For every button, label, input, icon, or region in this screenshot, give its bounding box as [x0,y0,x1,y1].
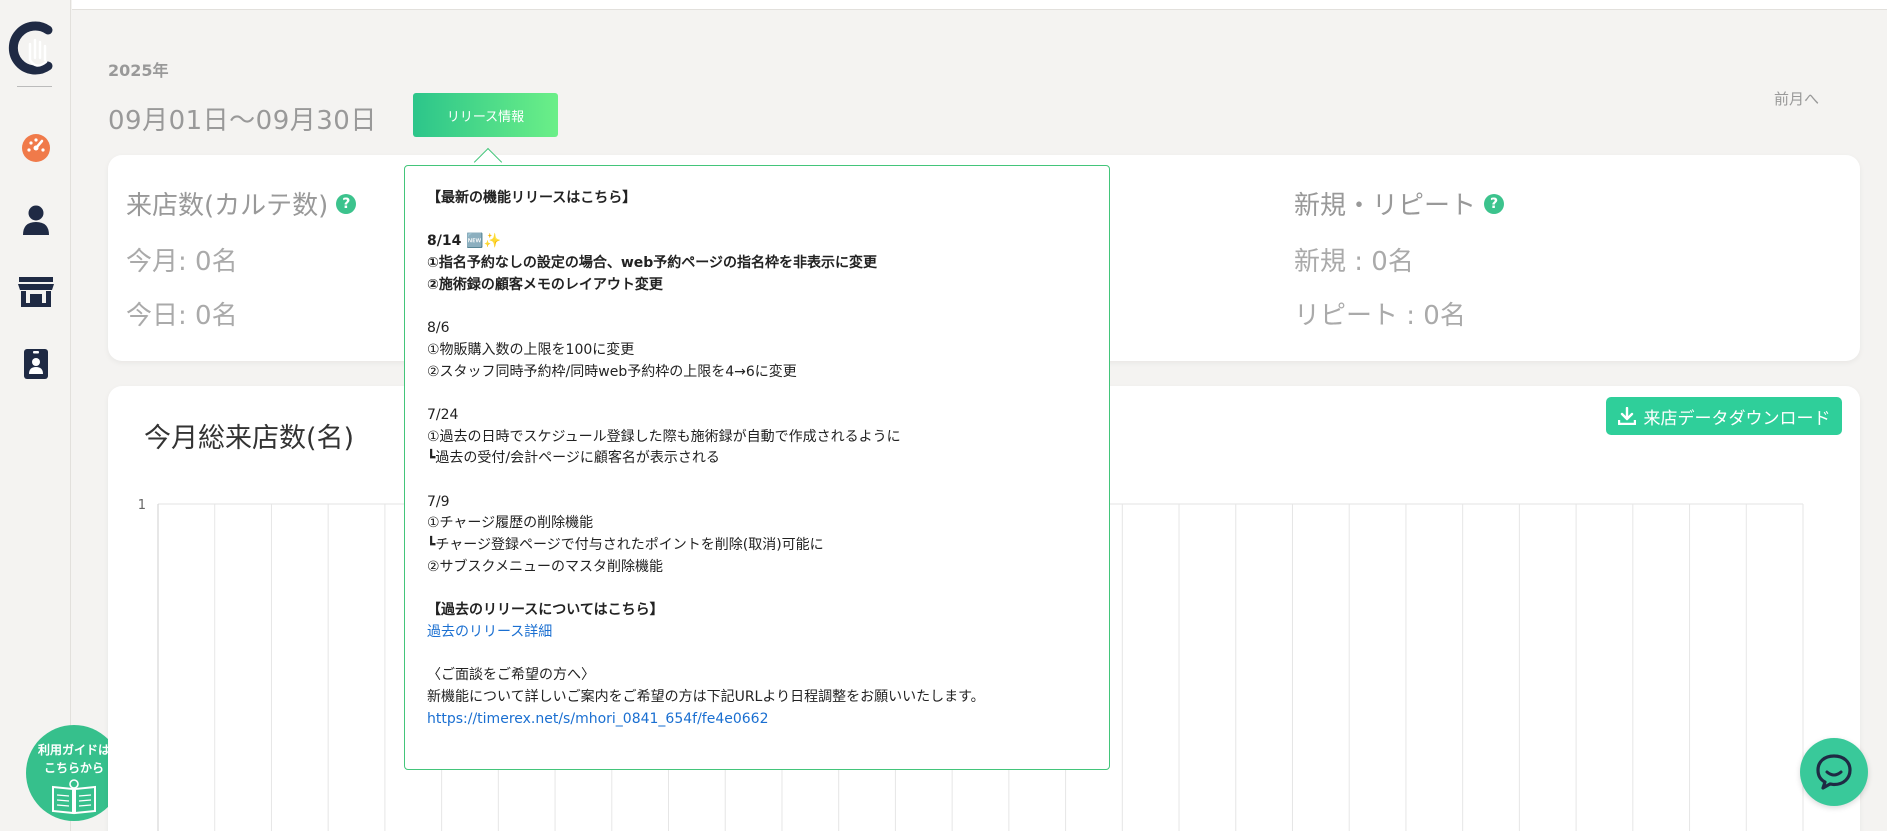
app-logo[interactable] [8,20,58,76]
year-label: 2025年 [108,61,169,80]
chat-icon [1816,754,1852,790]
logo-divider [17,86,52,87]
book-icon [52,779,96,815]
release-item: ②スタッフ同時予約枠/同時web予約枠の上限を4→6に変更 [427,363,797,380]
chat-support-button[interactable] [1800,738,1868,806]
release-item: ②施術録の顧客メモのレイアウト変更 [427,276,663,293]
release-info-button[interactable]: リリース情報 [413,93,558,137]
help-icon[interactable]: ? [336,193,357,214]
prev-month-link[interactable]: 前月へ [1774,88,1819,109]
release-date: 8/6 [427,320,450,337]
new-count: 新規 : 0名 [1294,247,1414,277]
consult-text: 新機能について詳しいご案内をご希望の方は下記URLより日程調整をお願いいたします… [427,689,985,706]
release-item: ①過去の日時でスケジュール登録した際も施術録が自動で作成されるように [427,428,901,445]
visits-title-text: 来店数(カルテ数) [126,191,329,221]
dashboard-icon[interactable] [18,130,54,166]
release-item: ①物販購入数の上限を100に変更 [427,341,635,358]
new-repeat-title: 新規・リピート ? [1294,185,1505,222]
customer-icon[interactable] [18,202,54,238]
repeat-count: リピート : 0名 [1294,301,1466,331]
release-item: ①チャージ履歴の削除機能 [427,515,594,532]
help-icon[interactable]: ? [1484,193,1505,214]
release-date: 7/24 [427,406,459,423]
visits-title: 来店数(カルテ数) ? [126,185,357,222]
past-release-link[interactable]: 過去のリリース詳細 [427,624,552,640]
release-item: ┗チャージ登録ページで付与されたポイントを削除(取消)可能に [427,537,824,554]
visits-month: 今月: 0名 [126,247,238,277]
top-bar [72,0,1887,10]
release-item: ┗過去の受付/会計ページに顧客名が表示される [427,450,720,467]
new-repeat-title-text: 新規・リピート [1294,191,1477,221]
release-item: ①指名予約なしの設定の場合、web予約ページの指名枠を非表示に変更 [427,255,878,272]
date-range: 09月01日〜09月30日 [108,106,377,136]
popup-heading: 【最新の機能リリースはこちら】 [427,190,637,206]
staff-card-icon[interactable] [18,346,54,382]
past-release-heading: 【過去のリリースについてはこちら】 [427,602,664,619]
visits-today: 今日: 0名 [126,301,238,331]
release-info-popup: 【最新の機能リリースはこちら】 8/14 🆕✨ ①指名予約なしの設定の場合、we… [404,165,1110,770]
sidebar: 利用ガイドは こちらから [0,0,122,831]
release-date: 8/14 🆕✨ [427,233,502,250]
y-tick-label: 1 [138,498,146,513]
consult-heading: 〈ご面談をご希望の方へ〉 [427,667,595,684]
release-item: ②サブスクメニューのマスタ削除機能 [427,558,663,575]
store-icon[interactable] [18,274,54,310]
consult-link[interactable]: https://timerex.net/s/mhori_0841_654f/fe… [427,711,768,727]
release-date: 7/9 [427,493,450,510]
